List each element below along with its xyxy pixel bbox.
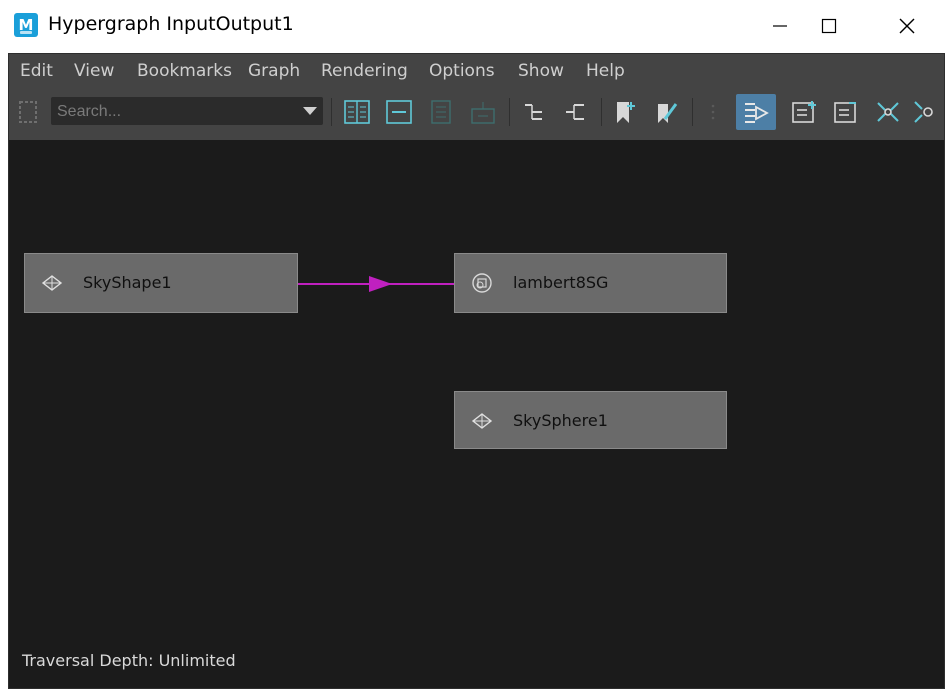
menu-options[interactable]: Options xyxy=(429,61,495,81)
maximize-button[interactable] xyxy=(805,0,853,52)
node-label: SkyShape1 xyxy=(83,273,172,292)
show-attributes-icon xyxy=(465,94,501,130)
hypergraph-window: M Hypergraph InputOutput1 Edit View Book… xyxy=(0,0,948,692)
frame-selection-icon[interactable] xyxy=(828,94,864,130)
expand-node-icon xyxy=(423,94,459,130)
shape-node-icon xyxy=(41,275,63,291)
edit-bookmark-icon[interactable] xyxy=(648,94,684,130)
collapse-node-icon[interactable] xyxy=(381,94,417,130)
minimize-icon xyxy=(773,25,787,27)
hypergraph-panel: Edit View Bookmarks Graph Rendering Opti… xyxy=(8,53,945,689)
menu-bar: Edit View Bookmarks Graph Rendering Opti… xyxy=(9,54,944,88)
maya-app-icon: M xyxy=(14,13,38,37)
toolbar-separator xyxy=(601,98,602,126)
window-title: Hypergraph InputOutput1 xyxy=(48,13,294,35)
freeform-layout-icon[interactable] xyxy=(339,94,375,130)
minimize-button[interactable] xyxy=(756,0,804,52)
node-label: SkySphere1 xyxy=(513,411,608,430)
toolbar-divider-icon xyxy=(696,94,730,130)
search-dropdown-icon[interactable] xyxy=(303,107,317,115)
menu-edit[interactable]: Edit xyxy=(20,61,53,81)
maximize-icon xyxy=(821,18,837,34)
input-output-layout-icon[interactable] xyxy=(736,94,776,130)
graph-canvas[interactable]: SkyShape1 lambert8SG SkySphere1 Traversa… xyxy=(9,140,944,688)
graph-node-skyshape1[interactable]: SkyShape1 xyxy=(24,253,298,313)
shading-group-icon xyxy=(472,273,492,293)
connection-arrow-icon xyxy=(369,276,392,292)
input-connections-icon[interactable] xyxy=(516,94,552,130)
frame-all-icon[interactable] xyxy=(786,94,822,130)
toolbar xyxy=(9,88,944,136)
menu-view[interactable]: View xyxy=(74,61,114,81)
shape-node-icon xyxy=(471,413,493,429)
menu-show[interactable]: Show xyxy=(518,61,564,81)
add-bookmark-icon[interactable] xyxy=(606,94,642,130)
menu-bookmarks[interactable]: Bookmarks xyxy=(137,61,232,81)
node-label: lambert8SG xyxy=(513,273,609,292)
toolbar-separator xyxy=(692,98,693,126)
close-button[interactable] xyxy=(883,0,931,52)
menu-rendering[interactable]: Rendering xyxy=(321,61,408,81)
search-field[interactable] xyxy=(51,97,323,125)
graph-node-skysphere1[interactable]: SkySphere1 xyxy=(454,391,727,449)
shelf-handle-icon[interactable] xyxy=(11,94,45,130)
frame-branch-icon[interactable] xyxy=(910,94,942,130)
menu-help[interactable]: Help xyxy=(586,61,625,81)
frame-hierarchy-icon[interactable] xyxy=(870,94,906,130)
graph-node-lambert8sg[interactable]: lambert8SG xyxy=(454,253,727,313)
menu-graph[interactable]: Graph xyxy=(248,61,300,81)
search-input[interactable] xyxy=(55,99,299,125)
traversal-depth-status: Traversal Depth: Unlimited xyxy=(22,651,236,670)
close-icon xyxy=(899,18,915,34)
toolbar-separator xyxy=(509,98,510,126)
toolbar-separator xyxy=(331,98,332,126)
title-bar[interactable]: M Hypergraph InputOutput1 xyxy=(0,0,948,52)
output-connections-icon[interactable] xyxy=(558,94,594,130)
